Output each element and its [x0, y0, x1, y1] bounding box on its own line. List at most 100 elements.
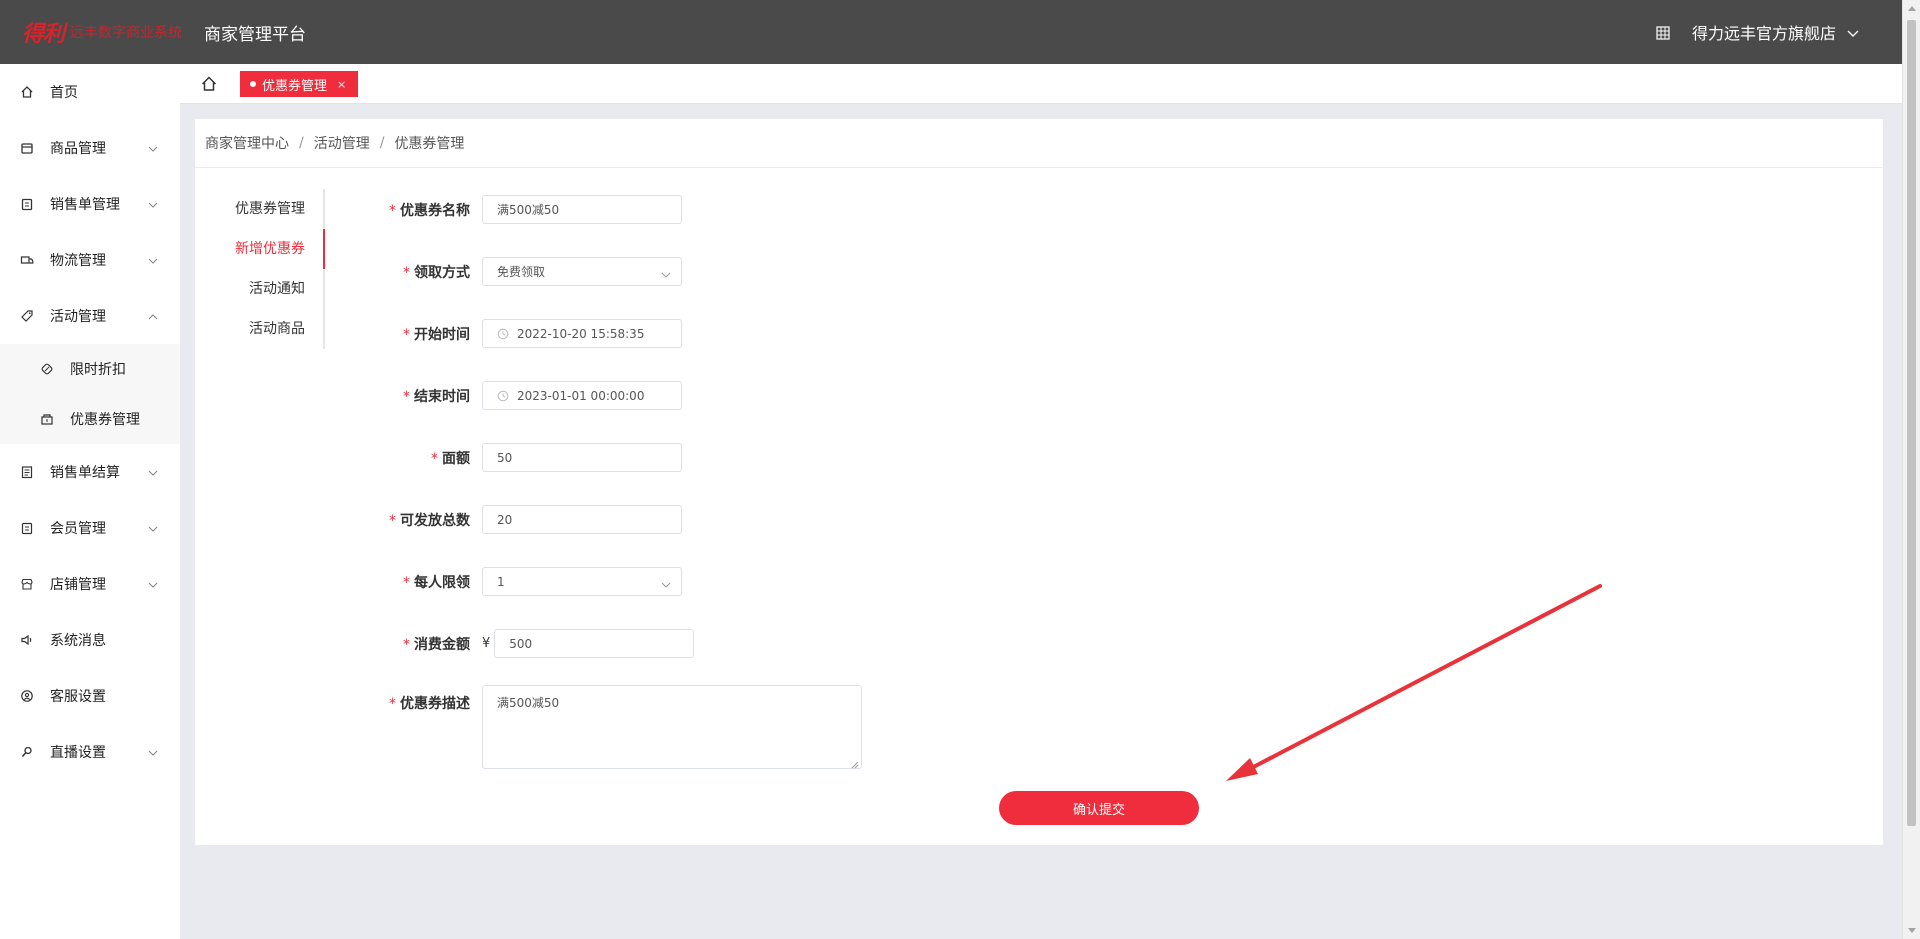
end-time-picker[interactable]: 2023-01-01 00:00:00	[482, 381, 682, 410]
select-value: 1	[497, 574, 505, 589]
breadcrumb: 商家管理中心 / 活动管理 / 优惠券管理	[195, 119, 1883, 168]
clipboard-icon	[20, 197, 34, 211]
truck-icon	[20, 253, 34, 267]
support-icon	[20, 689, 34, 703]
sidebar-item-settlement[interactable]: 销售单结算	[0, 444, 180, 500]
sidebar-item-sales-orders[interactable]: 销售单管理	[0, 176, 180, 232]
description-value: 满500减50	[497, 696, 560, 710]
receipt-icon	[20, 465, 34, 479]
scroll-up-icon[interactable]	[1908, 6, 1916, 11]
description-textarea[interactable]: 满500减50	[482, 685, 862, 769]
box-icon	[20, 141, 34, 155]
start-time-value: 2022-10-20 15:58:35	[517, 326, 645, 341]
content-card: 商家管理中心 / 活动管理 / 优惠券管理 优惠券管理 新增优惠券 活动通知 活…	[195, 119, 1883, 845]
field-label: * 每人限领	[403, 574, 470, 591]
subnav-coupon-management[interactable]: 优惠券管理	[195, 189, 323, 229]
activities-submenu: 限时折扣 优惠券管理	[0, 344, 180, 444]
min-spend-input[interactable]: 500	[494, 629, 695, 658]
chevron-down-icon[interactable]	[1846, 25, 1860, 39]
tabs-bar: 优惠券管理 ×	[180, 64, 1902, 104]
field-label: * 优惠券名称	[389, 202, 470, 219]
field-label: * 开始时间	[403, 326, 470, 343]
sidebar-item-members[interactable]: 会员管理	[0, 500, 180, 556]
sidebar-item-activities[interactable]: 活动管理	[0, 288, 180, 344]
home-tab-icon[interactable]	[200, 75, 218, 93]
system-name: 远丰数字商业系统	[70, 25, 183, 41]
start-time-picker[interactable]: 2022-10-20 15:58:35	[482, 319, 682, 348]
sidebar-item-label: 直播设置	[50, 745, 106, 761]
sidebar-item-label: 活动管理	[50, 309, 106, 325]
top-header: 得利 远丰数字商业系统 商家管理平台 得力远丰官方旗舰店	[0, 0, 1902, 64]
store-name[interactable]: 得力远丰官方旗舰店	[1692, 20, 1836, 44]
limit-per-person-select[interactable]: 1	[482, 567, 682, 596]
scrollbar-thumb[interactable]	[1907, 20, 1916, 826]
chevron-down-icon	[148, 578, 158, 588]
form-row-face-value: * 面额 50	[355, 443, 682, 472]
chevron-down-icon	[148, 522, 158, 532]
sidebar-item-label: 优惠券管理	[70, 412, 140, 428]
chevron-down-icon	[148, 466, 158, 476]
breadcrumb-separator: /	[299, 135, 304, 151]
field-label: * 优惠券描述	[389, 696, 470, 712]
sidebar-item-label: 系统消息	[50, 633, 106, 649]
sidebar-item-live-settings[interactable]: 直播设置	[0, 724, 180, 780]
sidebar-item-store[interactable]: 店铺管理	[0, 556, 180, 612]
form-row-claim-method: * 领取方式 免费领取	[355, 257, 682, 286]
clock-icon	[497, 390, 509, 402]
field-label: * 消费金额	[403, 636, 470, 653]
confirm-submit-button[interactable]: 确认提交	[999, 791, 1199, 825]
face-value-input[interactable]: 50	[482, 443, 682, 472]
tab-label: 优惠券管理	[262, 78, 328, 94]
chevron-down-icon	[148, 254, 158, 264]
chevron-down-icon	[148, 746, 158, 756]
chevron-down-icon	[148, 142, 158, 152]
select-value: 免费领取	[497, 265, 546, 279]
subnav-activity-products[interactable]: 活动商品	[195, 309, 323, 349]
close-icon[interactable]: ×	[337, 78, 346, 91]
form-row-coupon-name: * 优惠券名称 满500减50	[355, 195, 682, 224]
sidebar-item-logistics[interactable]: 物流管理	[0, 232, 180, 288]
form-row-description: * 优惠券描述 满500减50	[355, 685, 862, 769]
sidebar-item-flash-discount[interactable]: 限时折扣	[0, 344, 180, 394]
breadcrumb-item[interactable]: 活动管理	[314, 133, 370, 153]
chevron-up-icon	[148, 310, 158, 320]
subnav-add-coupon[interactable]: 新增优惠券	[195, 229, 325, 269]
clock-icon	[497, 328, 509, 340]
speaker-icon	[20, 633, 34, 647]
scroll-down-icon[interactable]	[1908, 928, 1916, 933]
sidebar-item-label: 会员管理	[50, 521, 106, 537]
subnav-activity-notice[interactable]: 活动通知	[195, 269, 323, 309]
sidebar-item-home[interactable]: 首页	[0, 64, 180, 120]
claim-method-select[interactable]: 免费领取	[482, 257, 682, 286]
qrcode-icon[interactable]	[1656, 25, 1670, 40]
sidebar-item-coupon-management[interactable]: 优惠券管理	[0, 394, 180, 444]
breadcrumb-item[interactable]: 商家管理中心	[205, 133, 289, 153]
sidebar-item-customer-service[interactable]: 客服设置	[0, 668, 180, 724]
chevron-down-icon	[661, 268, 671, 278]
platform-title: 商家管理平台	[204, 24, 307, 45]
field-label: * 面额	[431, 450, 470, 467]
live-icon	[20, 745, 34, 759]
sidebar-item-products[interactable]: 商品管理	[0, 120, 180, 176]
sidebar-item-label: 客服设置	[50, 689, 106, 705]
resize-grip-icon[interactable]	[851, 758, 859, 769]
sidebar-item-system-messages[interactable]: 系统消息	[0, 612, 180, 668]
chevron-down-icon	[148, 198, 158, 208]
field-label: * 领取方式	[403, 264, 470, 281]
page-scrollbar[interactable]	[1902, 0, 1920, 939]
store-icon	[20, 577, 34, 591]
sidebar-item-label: 商品管理	[50, 141, 106, 157]
sidebar-item-label: 销售单结算	[50, 465, 120, 481]
sidebar-item-label: 销售单管理	[50, 197, 120, 213]
discount-icon	[40, 362, 54, 376]
coupon-subnav: 优惠券管理 新增优惠券 活动通知 活动商品	[195, 189, 325, 349]
sidebar-item-label: 物流管理	[50, 253, 106, 269]
tab-coupon-management[interactable]: 优惠券管理 ×	[240, 71, 359, 97]
currency-symbol: ¥	[482, 636, 491, 651]
coupon-name-input[interactable]: 满500减50	[482, 195, 682, 224]
coupon-icon	[40, 412, 54, 426]
brand-logo[interactable]: 得利 远丰数字商业系统	[22, 16, 182, 48]
tag-icon	[20, 309, 34, 323]
total-quantity-input[interactable]: 20	[482, 505, 682, 534]
end-time-value: 2023-01-01 00:00:00	[517, 388, 645, 403]
